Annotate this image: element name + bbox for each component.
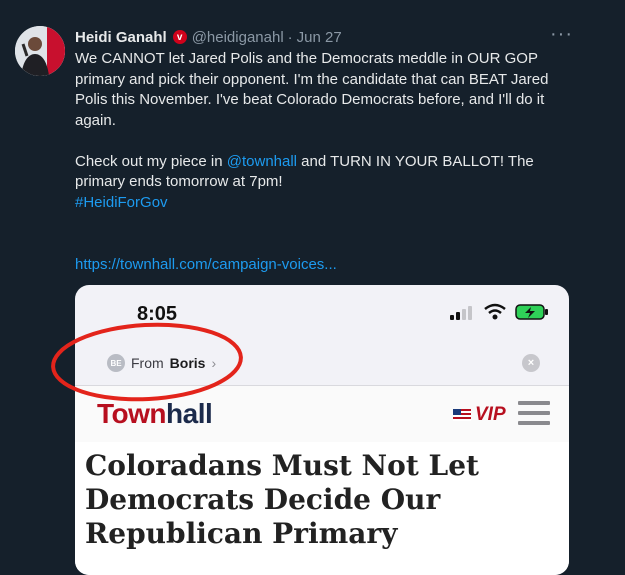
vip-label: VIP <box>475 404 506 425</box>
hashtag-link[interactable]: #HeidiForGov <box>75 194 168 211</box>
link-preview-card[interactable]: 8:05 BE From Boris › × Townhall VIP Colo… <box>75 285 569 575</box>
logo-town: Town <box>97 398 167 429</box>
tweet-paragraph-1: We CANNOT let Jared Polis and the Democr… <box>75 50 549 129</box>
logo-hall: hall <box>166 398 213 429</box>
article-headline: Coloradans Must Not Let Democrats Decide… <box>85 449 565 551</box>
close-icon[interactable]: × <box>522 354 540 372</box>
from-label: From <box>131 355 164 371</box>
townhall-mention-link[interactable]: @townhall <box>227 153 297 170</box>
tweet: Heidi Ganahl v @heidiganahl · Jun 27 ···… <box>0 0 625 575</box>
townhall-header: Townhall VIP <box>75 386 569 442</box>
paragraph-2-prefix: Check out my piece in <box>75 152 227 170</box>
more-icon[interactable]: ··· <box>550 24 573 44</box>
phone-status-icons <box>449 303 549 321</box>
chevron-right-icon: › <box>211 355 217 371</box>
tweet-date[interactable]: Jun 27 <box>297 29 342 46</box>
phone-status-time: 8:05 <box>137 303 178 325</box>
from-name: Boris <box>169 355 206 371</box>
tweet-paragraph-2: Check out my piece in @townhall and TURN… <box>75 152 575 193</box>
us-flag-icon <box>453 409 471 421</box>
author-name[interactable]: Heidi Ganahl <box>75 29 167 46</box>
battery-charging-icon <box>515 304 548 320</box>
townhall-logo[interactable]: Townhall <box>97 398 213 430</box>
avatar-photo <box>15 26 65 76</box>
cellular-signal-icon <box>450 306 472 320</box>
author-handle[interactable]: @heidiganahl <box>192 29 284 46</box>
vip-link[interactable]: VIP <box>453 404 506 426</box>
tweet-header: Heidi Ganahl v @heidiganahl · Jun 27 <box>75 26 342 48</box>
avatar[interactable] <box>15 26 65 76</box>
hamburger-menu-icon[interactable] <box>518 401 550 431</box>
from-boris-breadcrumb[interactable]: BE From Boris › <box>107 354 216 372</box>
article-url-link[interactable]: https://townhall.com/campaign-voices... <box>75 256 337 273</box>
wifi-icon <box>484 303 506 320</box>
separator: · <box>287 28 293 46</box>
tweet-text: We CANNOT let Jared Polis and the Democr… <box>75 49 575 213</box>
headline-line-2: Democrats Decide Our <box>85 483 441 516</box>
headline-line-3: Republican Primary <box>85 517 398 550</box>
boris-avatar-badge: BE <box>107 354 125 372</box>
headline-line-1: Coloradans Must Not Let <box>85 449 479 482</box>
verified-badge-icon: v <box>172 30 187 44</box>
